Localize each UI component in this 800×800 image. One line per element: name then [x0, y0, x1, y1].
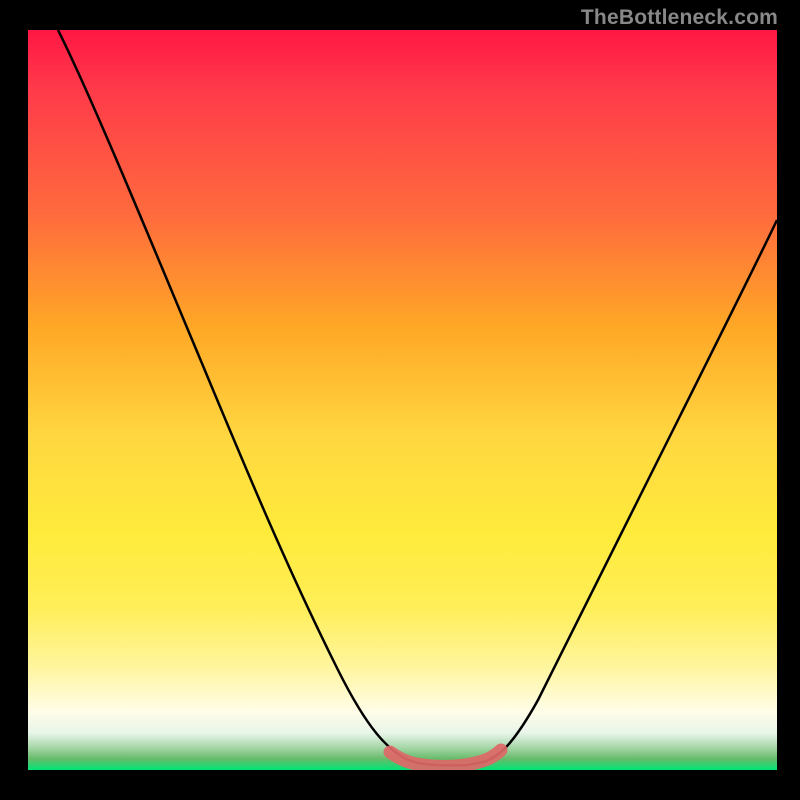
bottom-marker-band — [390, 750, 501, 766]
watermark-text: TheBottleneck.com — [581, 6, 778, 30]
chart-container: TheBottleneck.com — [0, 0, 800, 800]
bottleneck-curve — [58, 30, 777, 765]
chart-svg — [28, 30, 777, 770]
